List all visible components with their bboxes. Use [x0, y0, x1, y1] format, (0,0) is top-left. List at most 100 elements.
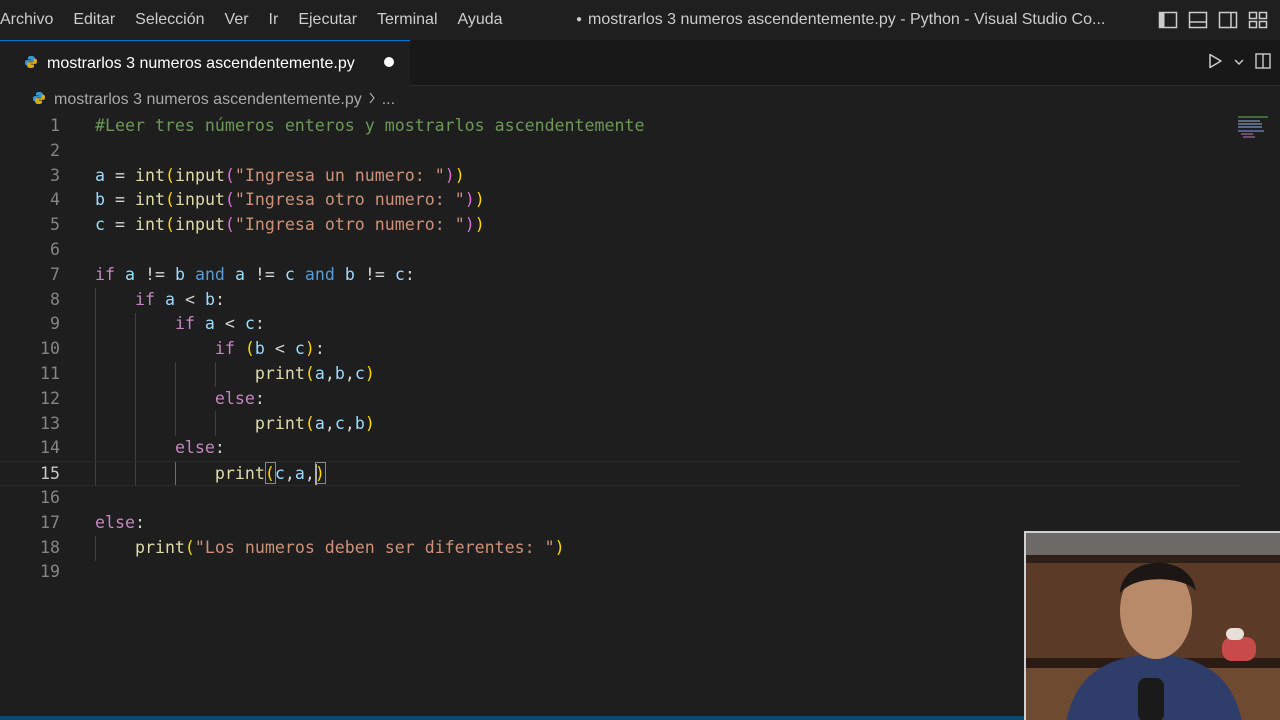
code-token: , [344, 364, 355, 383]
line-number: 17 [40, 512, 60, 532]
code-token: : [214, 438, 225, 458]
code-token: : [254, 314, 265, 334]
line-number: 5 [50, 215, 60, 235]
code-text: if a < b: [95, 288, 225, 313]
run-icon[interactable] [1206, 52, 1224, 74]
code-text: b = int(input("Ingresa otro numero: ")) [95, 188, 485, 213]
menu-terminal[interactable]: Terminal [367, 0, 447, 40]
split-editor-icon[interactable] [1254, 52, 1272, 74]
code-token: print [214, 464, 265, 484]
code-token: c [244, 314, 255, 334]
code-line[interactable]: 3a = int(input("Ingresa un numero: ")) [0, 164, 1240, 189]
code-token: else [174, 438, 215, 458]
code-line[interactable]: 5 c = int(input("Ingresa otro numero: ")) [0, 213, 1240, 238]
code-token: a [95, 165, 105, 185]
customize-layout-icon[interactable] [1248, 11, 1268, 29]
code-token: b [344, 264, 355, 284]
menu-ejecutar[interactable]: Ejecutar [288, 0, 367, 40]
code-token: c [354, 364, 365, 383]
code-token: c [274, 464, 285, 484]
code-line[interactable]: 11 print(a,b,c) [0, 362, 1240, 387]
menu-ayuda[interactable]: Ayuda [448, 0, 513, 40]
code-token: ) [464, 215, 475, 235]
code-line[interactable]: 9 if a < c: [0, 312, 1240, 337]
code-token: if [134, 289, 155, 309]
menu-archivo[interactable]: Archivo [0, 0, 63, 40]
toggle-panel-icon[interactable] [1188, 11, 1208, 29]
code-token: #Leer tres números enteros y mostrarlos … [95, 116, 645, 135]
code-token: int [134, 190, 165, 210]
code-line[interactable]: 8 if a < b: [0, 288, 1240, 313]
code-token: a [314, 413, 325, 433]
code-line[interactable]: 12 else: [0, 387, 1240, 412]
code-token: ) [364, 413, 375, 433]
line-number: 3 [50, 165, 60, 185]
code-line[interactable]: 6 [0, 238, 1240, 263]
code-token: input [174, 190, 225, 210]
webcam-person-image [1026, 533, 1280, 720]
code-token: : [134, 512, 145, 532]
toggle-secondary-sidebar-icon[interactable] [1218, 11, 1238, 29]
code-token: ( [184, 537, 195, 557]
code-token: a [124, 264, 135, 284]
menu-seleccion[interactable]: Selección [125, 0, 214, 40]
status-bar-edge [0, 716, 1024, 720]
tab-mostrarlos[interactable]: mostrarlos 3 numeros ascendentemente.py [0, 40, 410, 86]
code-token: < [174, 289, 205, 309]
code-text: c = int(input("Ingresa otro numero: ")) [95, 213, 485, 238]
breadcrumb-symbol[interactable]: ... [382, 91, 395, 109]
code-token: < [214, 314, 245, 334]
line-number: 1 [50, 116, 60, 135]
code-token: if [174, 314, 195, 334]
code-token: b [174, 264, 185, 284]
code-token: ) [444, 165, 455, 185]
line-number: 7 [50, 264, 60, 284]
code-line[interactable]: 7 if a != b and a != c and b != c: [0, 263, 1240, 288]
tab-dirty-indicator-icon[interactable] [384, 57, 394, 67]
code-token: a [204, 314, 215, 334]
code-token: a [314, 364, 325, 383]
code-line[interactable]: 16 [0, 486, 1240, 511]
menu-ver[interactable]: Ver [215, 0, 259, 40]
menu-editar[interactable]: Editar [63, 0, 125, 40]
chevron-right-icon [368, 91, 376, 109]
code-line[interactable]: 1 #Leer tres números enteros y mostrarlos… [0, 114, 1240, 139]
code-line[interactable]: 2 [0, 139, 1240, 164]
code-token: if [95, 264, 115, 284]
code-token: and [304, 264, 335, 284]
code-token: = [105, 190, 135, 210]
code-line[interactable]: 10 if (b < c): [0, 337, 1240, 362]
code-token: ) [364, 364, 375, 383]
line-number: 2 [50, 140, 60, 160]
menu-ir[interactable]: Ir [259, 0, 289, 40]
unsaved-dot-icon: ● [576, 14, 583, 25]
code-line[interactable]: 14 else: [0, 436, 1240, 461]
toggle-primary-sidebar-icon[interactable] [1158, 11, 1178, 29]
line-number: 18 [40, 537, 60, 557]
code-token: ( [224, 165, 235, 185]
code-token: ) [454, 165, 465, 185]
code-token: ( [224, 215, 235, 235]
title-bar: Archivo Editar Selección Ver Ir Ejecutar… [0, 0, 1280, 40]
code-token: if [214, 339, 235, 359]
code-token: c [334, 413, 345, 433]
code-token: print [254, 364, 305, 383]
code-token: ( [164, 165, 175, 185]
code-line[interactable]: 15 print(c,a,) [0, 461, 1240, 486]
code-token: , [304, 464, 315, 484]
code-token: "Ingresa otro numero: " [234, 215, 465, 235]
code-line[interactable]: 4b = int(input("Ingresa otro numero: ")) [0, 188, 1240, 213]
minimap[interactable] [1236, 116, 1276, 146]
breadcrumb-file[interactable]: mostrarlos 3 numeros ascendentemente.py [54, 91, 362, 109]
code-line[interactable]: 13 print(a,c,b) [0, 412, 1240, 437]
line-number: 9 [50, 314, 60, 334]
chevron-down-icon[interactable] [1232, 54, 1246, 73]
code-token: : [314, 339, 325, 359]
